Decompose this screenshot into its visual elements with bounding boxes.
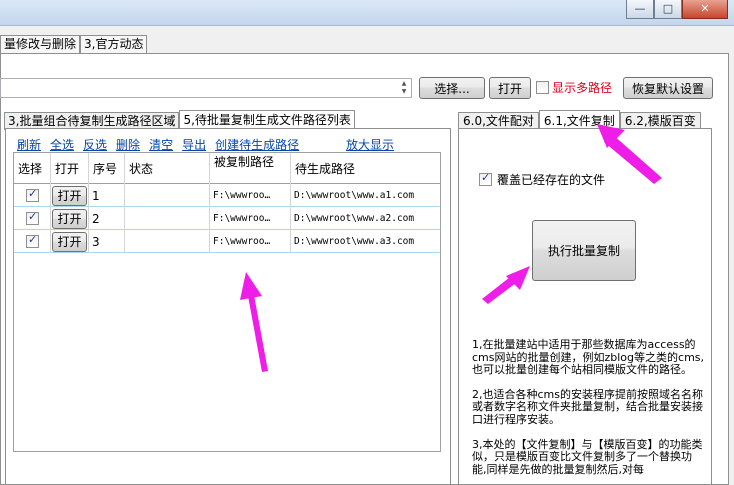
row-status — [125, 184, 210, 207]
row-open-button[interactable]: 打开 — [52, 185, 87, 206]
clear-link[interactable]: 清空 — [149, 136, 173, 153]
col-header-open[interactable]: 打开 — [51, 153, 89, 184]
restore-defaults-button[interactable]: 恢复默认设置 — [623, 77, 713, 99]
col-header-select[interactable]: 选择 — [14, 153, 51, 184]
tab-batch-modify-delete[interactable]: 量修改与删除 — [0, 35, 81, 54]
col-header-source-path[interactable]: 被复制路径 — [210, 153, 291, 184]
overwrite-toggle[interactable]: 覆盖已经存在的文件 — [479, 171, 605, 188]
col-header-status[interactable]: 状态 — [125, 153, 210, 184]
row-open-button[interactable]: 打开 — [52, 231, 87, 252]
table-row[interactable]: 打开 3 F:\wwwroo… D:\wwwroot\www.a3.com — [14, 230, 440, 253]
row-source-path: F:\wwwroo… — [210, 230, 291, 253]
multi-path-label: 显示多路径 — [552, 81, 613, 95]
row-target-path: D:\wwwroot\www.a1.com — [294, 190, 415, 201]
help-note-3: 3,本处的【文件复制】与【模版百变】的功能类似，只是模版百变比文件复制多了一个替… — [472, 437, 703, 476]
export-link[interactable]: 导出 — [182, 136, 206, 153]
delete-link[interactable]: 删除 — [116, 136, 140, 153]
col-header-target-path[interactable]: 待生成路径 — [291, 153, 441, 184]
invert-selection-link[interactable]: 反选 — [83, 136, 107, 153]
minimize-icon[interactable]: — — [626, 0, 654, 19]
row-target-path: D:\wwwroot\www.a3.com — [294, 236, 415, 247]
row-open-cell: 打开 — [51, 207, 89, 230]
execute-batch-copy-button[interactable]: 执行批量复制 — [532, 220, 636, 281]
maximize-icon[interactable]: □ — [654, 0, 682, 19]
row-checkbox[interactable] — [26, 210, 39, 225]
refresh-link[interactable]: 刷新 — [17, 136, 41, 153]
overwrite-label: 覆盖已经存在的文件 — [497, 173, 606, 187]
left-tab-strip: 3,批量组合待复制生成路径区域 5,待批量复制生成文件路径列表 — [4, 109, 355, 131]
zoom-display-link[interactable]: 放大显示 — [346, 136, 394, 153]
row-index: 3 — [89, 230, 125, 253]
path-list-grid: 选择 打开 序号 状态 被复制路径 待生成路径 打开 1 F:\wwwroo… … — [13, 152, 441, 452]
choose-button[interactable]: 选择... — [419, 77, 485, 99]
row-status — [125, 207, 210, 230]
path-combobox[interactable]: ▲ ▼ — [0, 78, 412, 98]
table-row[interactable]: 打开 2 F:\wwwroo… D:\wwwroot\www.a2.com — [14, 207, 440, 230]
open-path-button[interactable]: 打开 — [489, 77, 531, 99]
row-index: 2 — [89, 207, 125, 230]
action-links: 刷新 全选 反选 删除 清空 导出 创建待生成路径 — [17, 136, 308, 153]
multi-path-checkbox[interactable] — [536, 81, 549, 94]
row-open-button[interactable]: 打开 — [52, 208, 87, 229]
overwrite-checkbox[interactable] — [479, 171, 492, 186]
help-note-2: 2,也适合各种cms的安装程序提前按照域名名称或者数字名称文件夹批量复制，结合批… — [472, 387, 703, 426]
row-open-cell: 打开 — [51, 184, 89, 207]
multi-path-toggle[interactable]: 显示多路径 — [536, 79, 612, 96]
create-paths-link[interactable]: 创建待生成路径 — [215, 136, 299, 153]
row-checkbox[interactable] — [26, 233, 39, 248]
combo-spin-icon[interactable]: ▲ ▼ — [398, 80, 410, 96]
help-notes: 1,在批量建站中适用于那些数据库为access的cms网站的批量创建，例如zbl… — [472, 338, 706, 485]
help-note-1: 1,在批量建站中适用于那些数据库为access的cms网站的批量创建，例如zbl… — [472, 338, 705, 377]
top-tab-strip: 量修改与删除 3,官方动态 — [0, 35, 148, 54]
select-all-link[interactable]: 全选 — [50, 136, 74, 153]
grid-header: 选择 打开 序号 状态 被复制路径 待生成路径 — [14, 153, 440, 184]
row-index: 1 — [89, 184, 125, 207]
row-source-path: F:\wwwroo… — [210, 207, 291, 230]
row-target-path: D:\wwwroot\www.a2.com — [294, 213, 415, 224]
row-open-cell: 打开 — [51, 230, 89, 253]
col-header-index[interactable]: 序号 — [89, 153, 125, 184]
row-select-cell[interactable] — [14, 230, 51, 253]
row-source-path: F:\wwwroo… — [210, 184, 291, 207]
table-row[interactable]: 打开 1 F:\wwwroo… D:\wwwroot\www.a1.com — [14, 184, 440, 207]
row-status — [125, 230, 210, 253]
close-icon[interactable]: ✕ — [682, 0, 728, 19]
row-select-cell[interactable] — [14, 184, 51, 207]
row-checkbox[interactable] — [26, 187, 39, 202]
row-select-cell[interactable] — [14, 207, 51, 230]
path-input[interactable] — [1, 79, 396, 97]
title-bar: — □ ✕ — [0, 0, 734, 26]
tab-official-news[interactable]: 3,官方动态 — [80, 35, 148, 54]
window-controls: — □ ✕ — [626, 0, 728, 19]
